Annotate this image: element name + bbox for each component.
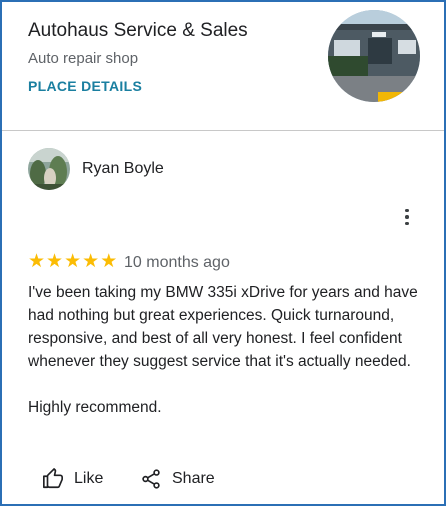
place-name: Autohaus Service & Sales xyxy=(28,20,248,41)
reviewer-avatar[interactable] xyxy=(28,148,70,190)
like-label: Like xyxy=(74,470,104,487)
thumbs-up-icon xyxy=(43,468,63,489)
like-button[interactable]: Like xyxy=(42,468,103,490)
review-time: 10 months ago xyxy=(124,254,230,271)
star-icon: ★ xyxy=(100,251,118,272)
share-icon xyxy=(142,469,160,489)
place-photo[interactable] xyxy=(328,10,420,102)
place-details-link[interactable]: PLACE DETAILS xyxy=(28,78,142,94)
review-paragraph: I've been taking my BMW 335i xDrive for … xyxy=(28,284,418,370)
review-card: Autohaus Service & Sales Auto repair sho… xyxy=(0,0,446,506)
place-category: Auto repair shop xyxy=(28,50,139,67)
star-icon: ★ xyxy=(64,251,82,272)
share-button[interactable]: Share xyxy=(140,468,215,490)
star-icon: ★ xyxy=(28,251,46,272)
star-icon: ★ xyxy=(82,251,100,272)
review-text: I've been taking my BMW 335i xDrive for … xyxy=(28,281,418,419)
share-label: Share xyxy=(172,470,215,487)
review-paragraph: Highly recommend. xyxy=(28,399,162,416)
place-header: Autohaus Service & Sales Auto repair sho… xyxy=(2,2,444,130)
more-vert-icon[interactable] xyxy=(398,205,416,229)
star-rating: ★ ★ ★ ★ ★ xyxy=(28,252,117,272)
star-icon: ★ xyxy=(46,251,64,272)
section-divider xyxy=(2,130,444,131)
reviewer-name[interactable]: Ryan Boyle xyxy=(82,160,164,178)
